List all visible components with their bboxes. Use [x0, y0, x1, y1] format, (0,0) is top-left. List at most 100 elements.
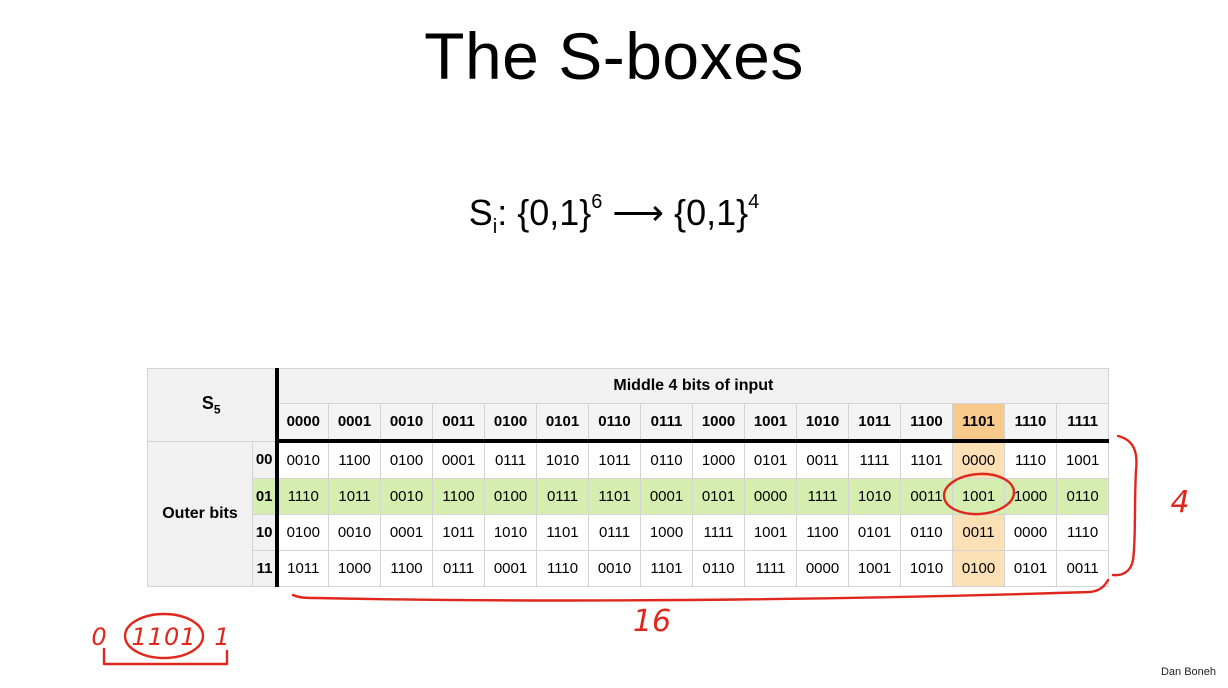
table-row: Outer bits 00 0010 1100 0100 0001 0111 1010 1011…: [147, 440, 1110, 587]
table-cell: 0001: [432, 440, 486, 479]
input-outer-right-annotation: 1: [214, 623, 229, 651]
table-cell: 0000: [1004, 514, 1058, 551]
table-cell: 0011: [796, 440, 850, 479]
column-header: 0101: [536, 403, 590, 443]
table-row: 01 1110 1011 0010 1100 0100 0111 1101 0001 0101 00…: [148, 478, 1110, 515]
input-outer-left-annotation: 0: [91, 623, 106, 651]
table-cell: 0010: [380, 478, 434, 515]
table-cell: 0011: [952, 514, 1006, 551]
rows-brace: [1111, 434, 1138, 577]
column-header: 0010: [380, 403, 434, 443]
sbox-name: S: [201, 392, 214, 413]
mapping-domain-exponent: 6: [591, 191, 603, 213]
table-cell: 1111: [796, 478, 850, 515]
table-cell: 0101: [744, 440, 798, 479]
column-header: 1100: [900, 403, 954, 443]
table-cell: 1001: [1056, 440, 1110, 479]
table-cell: 1011: [588, 440, 642, 479]
table-cell: 0010: [328, 514, 382, 551]
mapping-codomain-exponent: 4: [748, 191, 760, 213]
table-row: 11 1011 1000 1100 0111 0001 1110 0010 1101 0110 11…: [148, 550, 1110, 587]
table-cell: 0110: [692, 550, 746, 587]
column-header: 1001: [744, 403, 798, 443]
input-middle-annotation: 1101: [131, 623, 196, 651]
column-header: 1011: [848, 403, 902, 443]
column-header: 0000: [276, 403, 330, 443]
column-header: 0100: [484, 403, 538, 443]
middle-bits-circle: [123, 612, 205, 660]
table-cell: 1110: [276, 478, 330, 515]
table-cell: 1001: [848, 550, 902, 587]
column-header: 0110: [588, 403, 642, 443]
author-credit: Dan Boneh: [1160, 666, 1216, 678]
column-header: 0001: [328, 403, 382, 443]
table-cell: 0111: [588, 514, 642, 551]
row-label: 10: [251, 514, 279, 551]
table-cell: 1101: [588, 478, 642, 515]
cols-count-annotation: 16: [633, 604, 671, 639]
table-cell: 1100: [380, 550, 434, 587]
table-cell: 0111: [536, 478, 590, 515]
table-row: 10 0100 0010 0001 1011 1010 1101 0111 1000 1111 10…: [148, 514, 1110, 551]
column-header-row: 0000 0001 0010 0011 0100 0101 0110 0111 1000 1001…: [148, 403, 1110, 443]
sbox-table-body: S5 Middle 4 bits of input 0000 0001 0010 00…: [146, 368, 1110, 587]
table-cell: 1011: [276, 550, 330, 587]
table-cell: 1001: [744, 514, 798, 551]
column-header: 1010: [796, 403, 850, 443]
table-cell: 1110: [1056, 514, 1110, 551]
column-header: 1110: [1004, 403, 1058, 443]
table-cell: 1101: [900, 440, 954, 479]
table-cell: 1111: [848, 440, 902, 479]
table-cell: 1100: [432, 478, 486, 515]
sbox-table: S5 Middle 4 bits of input 0000 0001 0010 00…: [146, 368, 1110, 587]
table-cell: 1011: [328, 478, 382, 515]
table-cell: 1010: [848, 478, 902, 515]
mapping-prefix: S: [468, 192, 493, 233]
column-header: 1000: [692, 403, 746, 443]
column-header: 0111: [640, 403, 694, 443]
rows-count-annotation: 4: [1170, 485, 1189, 520]
table-cell: 0111: [484, 440, 538, 479]
table-cell: 1001: [952, 478, 1006, 515]
table-cell: 1111: [692, 514, 746, 551]
sbox-name-subscript: 5: [213, 402, 221, 417]
table-cell: 1000: [1004, 478, 1058, 515]
table-cell: 0100: [276, 514, 330, 551]
table-cell: 1101: [536, 514, 590, 551]
table-cell: 1111: [744, 550, 798, 587]
sbox-name-cell: S5: [146, 368, 279, 442]
table-cell: 1101: [640, 550, 694, 587]
mapping-codomain: {0,1}: [674, 192, 749, 233]
table-cell: 0101: [1004, 550, 1058, 587]
table-cell: 0011: [900, 478, 954, 515]
table-cell: 0001: [380, 514, 434, 551]
table-cell: 1000: [640, 514, 694, 551]
row-label: 11: [251, 550, 279, 587]
column-header: 1111: [1056, 403, 1110, 443]
table-cell: 0001: [484, 550, 538, 587]
table-cell: 1100: [796, 514, 850, 551]
column-header: 1101: [952, 403, 1006, 443]
table-cell: 0100: [380, 440, 434, 479]
table-cell: 0010: [588, 550, 642, 587]
middle-bits-header: Middle 4 bits of input: [276, 368, 1110, 404]
table-cell: 1110: [536, 550, 590, 587]
slide-title: The S-boxes: [424, 19, 804, 93]
table-cell: 0011: [1056, 550, 1110, 587]
mapping-domain: : {0,1}: [497, 192, 592, 233]
mapping-arrow: ⟶: [602, 192, 675, 233]
table-cell: 0110: [1056, 478, 1110, 515]
table-cell: 1010: [536, 440, 590, 479]
row-label: 01: [251, 478, 279, 515]
column-header: 0011: [432, 403, 486, 443]
table-cell: 0000: [744, 478, 798, 515]
table-cell: 1011: [432, 514, 486, 551]
table-cell: 0101: [848, 514, 902, 551]
table-cell: 0010: [276, 440, 330, 479]
table-cell: 0001: [640, 478, 694, 515]
row-label: 00: [251, 440, 279, 479]
table-cell: 0110: [640, 440, 694, 479]
table-cell: 1000: [328, 550, 382, 587]
header-title-row: S5 Middle 4 bits of input: [146, 368, 1110, 442]
table-cell: 1010: [484, 514, 538, 551]
